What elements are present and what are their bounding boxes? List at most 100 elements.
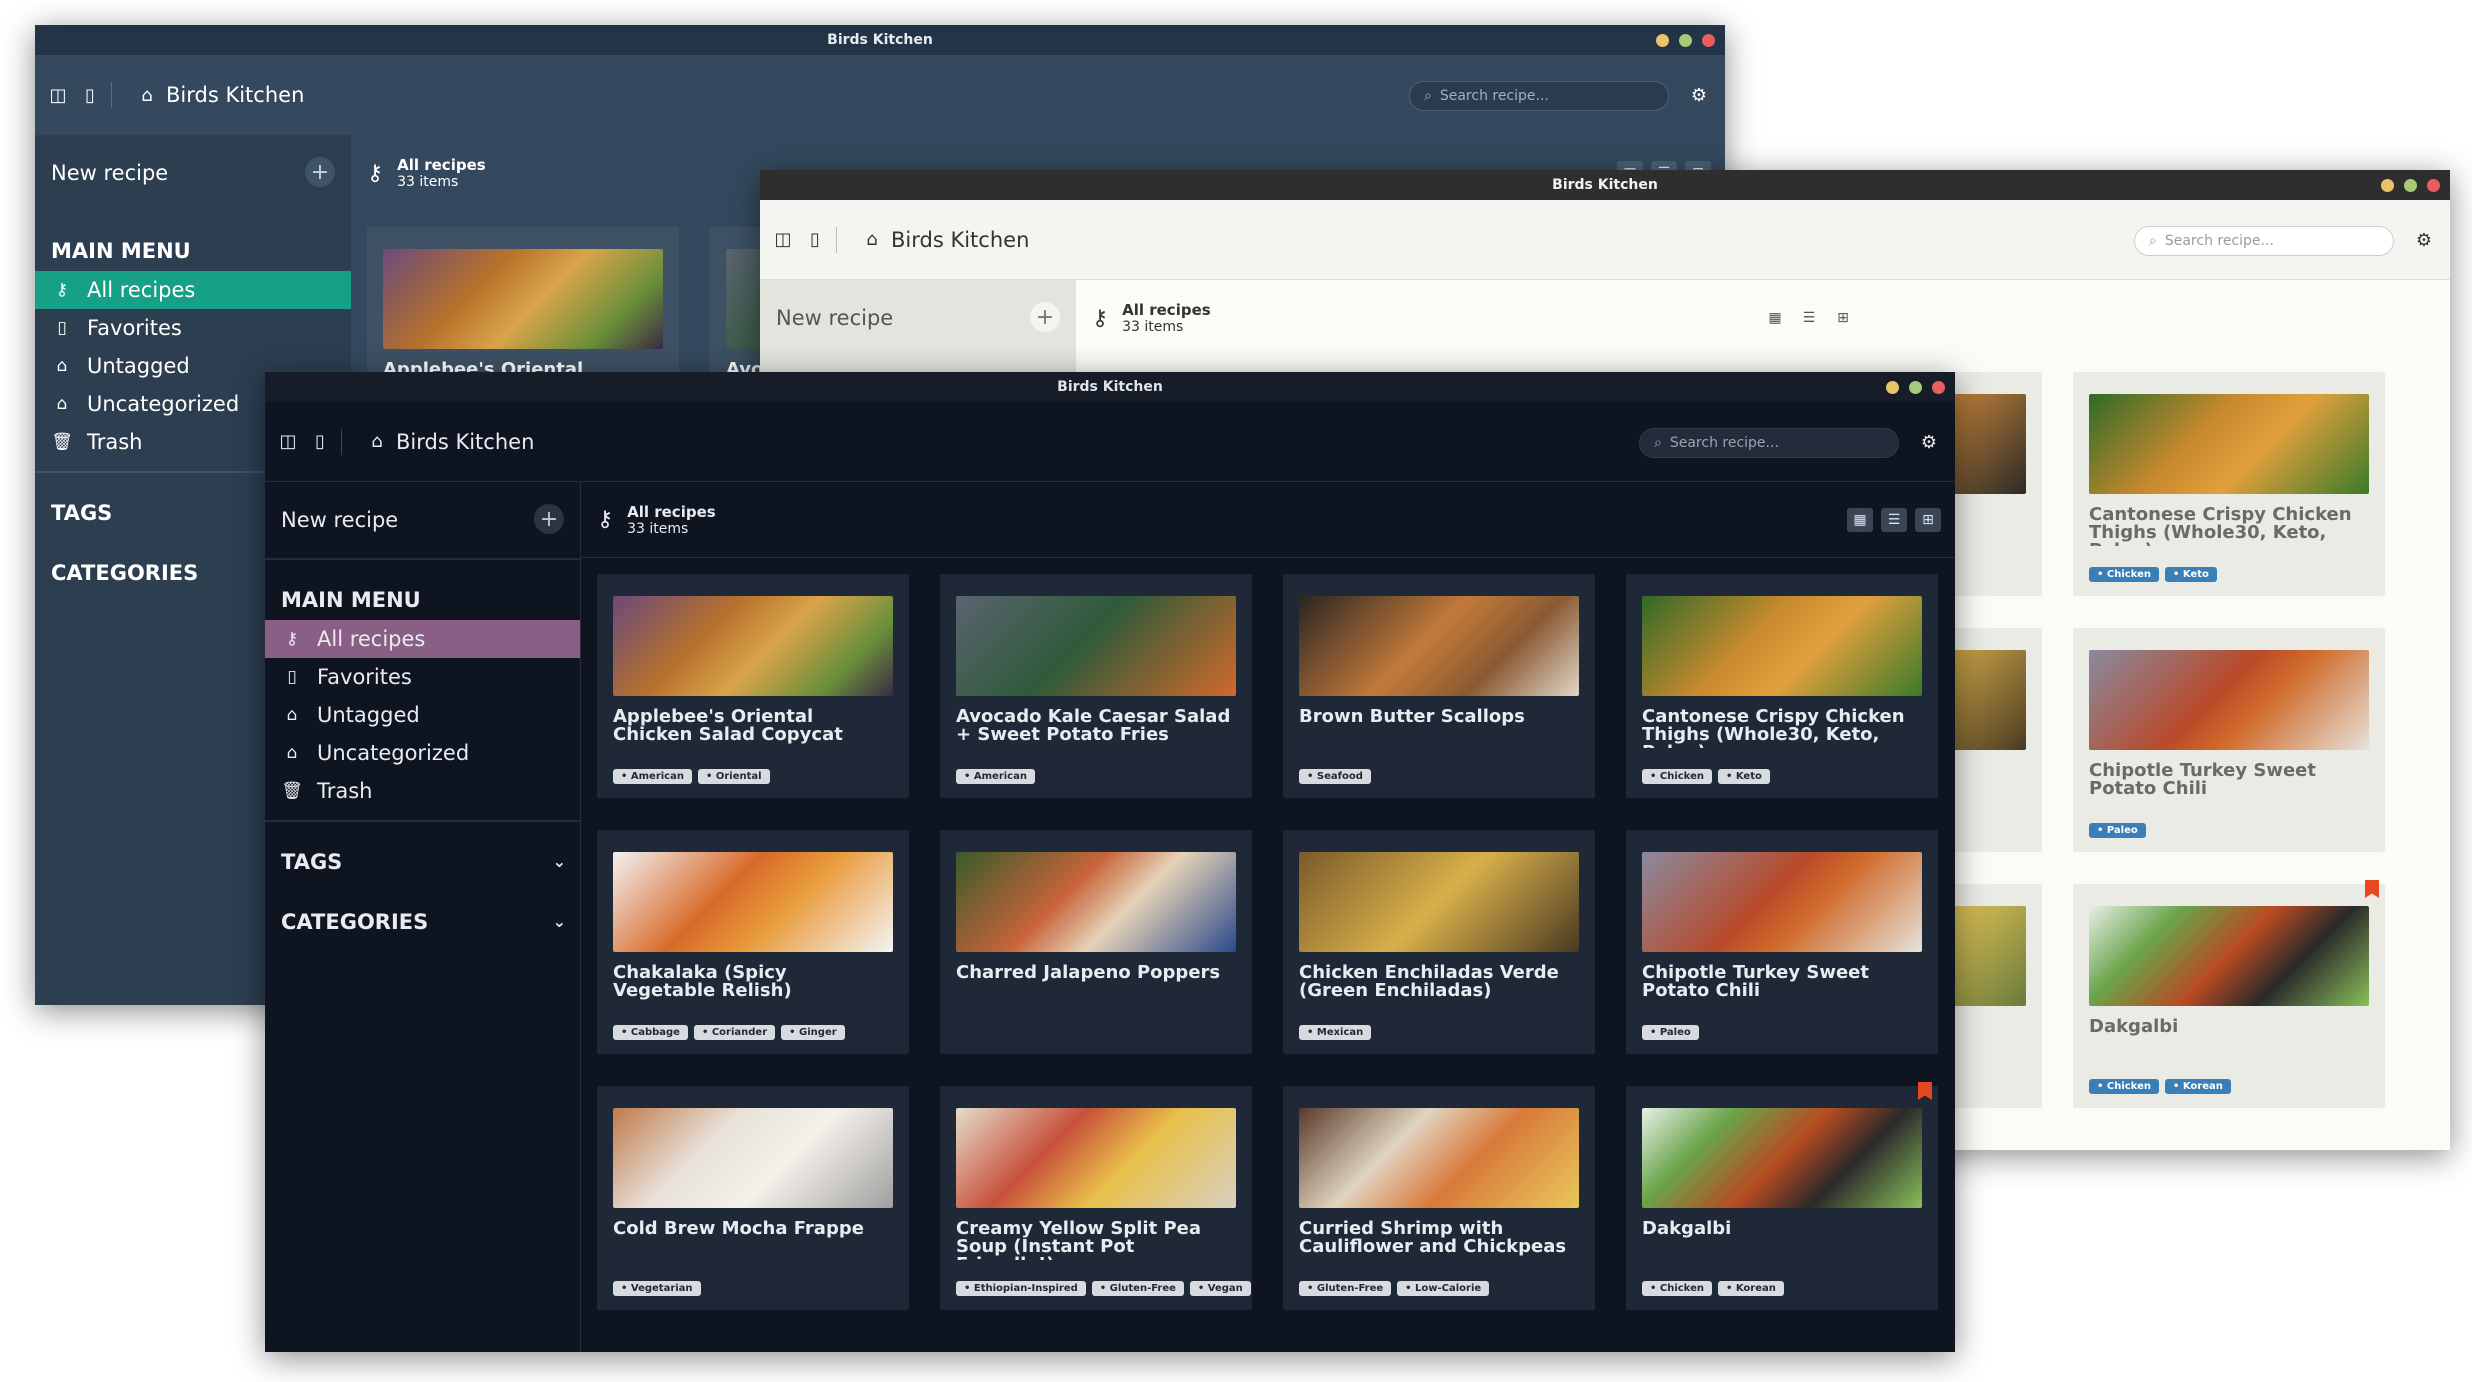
view-cards-icon[interactable]: ▦: [1762, 306, 1788, 330]
tag-badge[interactable]: • Seafood: [1299, 769, 1371, 784]
new-recipe-button[interactable]: New recipe +: [760, 280, 1076, 356]
sidebar-item-favorites[interactable]: ▯ Favorites: [265, 658, 580, 696]
notebook-icon[interactable]: ▯: [81, 85, 99, 106]
tag-badge[interactable]: • Paleo: [2089, 823, 2146, 838]
recipe-card[interactable]: Chipotle Turkey Sweet Potato Chili • Pal…: [1626, 830, 1938, 1054]
recipe-title: Cantonese Crispy Chicken Thighs (Whole30…: [2089, 506, 2352, 546]
tag-badge[interactable]: • Chicken: [1642, 1281, 1712, 1296]
plus-icon[interactable]: +: [1030, 302, 1060, 332]
sidebar-icon[interactable]: ◫: [49, 85, 67, 106]
search-input[interactable]: ⌕ Search recipe...: [1639, 428, 1899, 458]
tag-badge[interactable]: • Low-Calorie: [1397, 1281, 1490, 1296]
recipe-card[interactable]: Applebee's Oriental Chicken Salad Copyca…: [597, 574, 909, 798]
view-list-icon[interactable]: ☰: [1881, 508, 1907, 532]
notebook-icon[interactable]: ▯: [806, 229, 824, 250]
gear-icon[interactable]: ⚙: [1691, 85, 1707, 106]
recipe-card[interactable]: Cantonese Crispy Chicken Thighs (Whole30…: [1626, 574, 1938, 798]
recipe-card[interactable]: Creamy Yellow Split Pea Soup (Instant Po…: [940, 1086, 1252, 1310]
tag-badge[interactable]: • Chicken: [2089, 1079, 2159, 1094]
titlebar[interactable]: Birds Kitchen: [760, 170, 2450, 200]
close-button[interactable]: [1702, 34, 1715, 47]
sidebar-item-untagged[interactable]: ⌂ Untagged: [265, 696, 580, 734]
plus-icon[interactable]: +: [305, 157, 335, 187]
recipe-image: [383, 249, 663, 349]
view-grid-icon[interactable]: ⊞: [1830, 306, 1856, 330]
sidebar-icon[interactable]: ◫: [279, 431, 297, 452]
tag-badge[interactable]: • Oriental: [697, 769, 770, 784]
sidebar-item-label: All recipes: [317, 627, 426, 651]
view-grid-icon[interactable]: ⊞: [1915, 508, 1941, 532]
recipe-card[interactable]: Dakgalbi • Chicken • Korean: [1626, 1082, 1938, 1310]
notebook-icon[interactable]: ▯: [311, 431, 329, 452]
recipe-card[interactable]: Cantonese Crispy Chicken Thighs (Whole30…: [2073, 372, 2385, 596]
key-icon: ⚷: [367, 160, 384, 186]
view-list-icon[interactable]: ☰: [1796, 306, 1822, 330]
sidebar-icon[interactable]: ◫: [774, 229, 792, 250]
tag-badge[interactable]: • American: [613, 769, 692, 784]
recipe-card[interactable]: Cold Brew Mocha Frappe • Vegetarian: [597, 1086, 909, 1310]
sidebar-item-uncategorized[interactable]: ⌂ Uncategorized: [265, 734, 580, 772]
maximize-button[interactable]: [1909, 381, 1922, 394]
close-button[interactable]: [2427, 179, 2440, 192]
recipe-card[interactable]: Chicken Enchiladas Verde (Green Enchilad…: [1283, 830, 1595, 1054]
close-button[interactable]: [1932, 381, 1945, 394]
search-input[interactable]: ⌕ Search recipe...: [2134, 226, 2394, 256]
tags-heading[interactable]: TAGS ⌄: [265, 822, 580, 882]
recipe-card[interactable]: Charred Jalapeno Poppers: [940, 830, 1252, 1054]
gear-icon[interactable]: ⚙: [2416, 230, 2432, 251]
tag-badge[interactable]: • Gluten-Free: [1299, 1281, 1392, 1296]
sidebar-item-trash[interactable]: 🗑 Trash: [265, 772, 580, 810]
minimize-button[interactable]: [1886, 381, 1899, 394]
key-icon: ⚷: [597, 507, 614, 532]
sidebar-item-all-recipes[interactable]: ⚷ All recipes: [35, 271, 351, 309]
search-placeholder: Search recipe...: [1439, 88, 1549, 104]
chevron-down-icon[interactable]: ⌄: [553, 852, 566, 871]
chevron-down-icon[interactable]: ⌄: [553, 912, 566, 931]
tag-badge[interactable]: • Ginger: [781, 1025, 845, 1040]
bookmark-icon: ▯: [287, 667, 297, 687]
new-recipe-button[interactable]: New recipe +: [35, 135, 351, 211]
favorite-bookmark-icon[interactable]: [2365, 880, 2379, 898]
recipe-card[interactable]: Brown Butter Scallops • Seafood: [1283, 574, 1595, 798]
titlebar[interactable]: Birds Kitchen: [35, 25, 1725, 55]
categories-heading[interactable]: CATEGORIES ⌄: [265, 882, 580, 942]
plus-icon[interactable]: +: [534, 504, 564, 534]
recipe-grid: Applebee's Oriental Chicken Salad Copyca…: [597, 574, 1938, 1310]
minimize-button[interactable]: [2381, 179, 2394, 192]
recipe-card[interactable]: Chakalaka (Spicy Vegetable Relish) • Cab…: [597, 830, 909, 1054]
tag-badge[interactable]: • American: [956, 769, 1035, 784]
sidebar-item-favorites[interactable]: ▯ Favorites: [35, 309, 351, 347]
tag-badge[interactable]: • Vegan: [1189, 1281, 1251, 1296]
tag-badge[interactable]: • Ethiopian-Inspired: [956, 1281, 1086, 1296]
tag-badge[interactable]: • Paleo: [1642, 1025, 1699, 1040]
gear-icon[interactable]: ⚙: [1921, 432, 1937, 453]
sidebar-item-all-recipes[interactable]: ⚷ All recipes: [265, 620, 580, 658]
maximize-button[interactable]: [1679, 34, 1692, 47]
window-title: Birds Kitchen: [1057, 379, 1163, 395]
tag-badge[interactable]: • Coriander: [693, 1025, 776, 1040]
tag-badge[interactable]: • Vegetarian: [613, 1281, 701, 1296]
tag-badge[interactable]: • Korean: [1717, 1281, 1784, 1296]
new-recipe-button[interactable]: New recipe +: [265, 482, 580, 558]
recipe-card[interactable]: Avocado Kale Caesar Salad + Sweet Potato…: [940, 574, 1252, 798]
titlebar[interactable]: Birds Kitchen: [265, 372, 1955, 402]
recipe-title: Creamy Yellow Split Pea Soup (Instant Po…: [956, 1220, 1201, 1260]
tag-badge[interactable]: • Chicken: [2089, 567, 2159, 582]
recipe-card[interactable]: Curried Shrimp with Cauliflower and Chic…: [1283, 1086, 1595, 1310]
recipe-card[interactable]: Chipotle Turkey Sweet Potato Chili • Pal…: [2073, 628, 2385, 852]
favorite-bookmark-icon[interactable]: [1918, 1082, 1932, 1100]
recipe-card[interactable]: Dakgalbi • Chicken • Korean: [2073, 880, 2385, 1108]
minimize-button[interactable]: [1656, 34, 1669, 47]
tag-badge[interactable]: • Cabbage: [613, 1025, 688, 1040]
tag-badge[interactable]: • Keto: [1717, 769, 1770, 784]
maximize-button[interactable]: [2404, 179, 2417, 192]
tag-badge[interactable]: • Mexican: [1299, 1025, 1372, 1040]
tag-badge[interactable]: • Gluten-Free: [1091, 1281, 1184, 1296]
tag-badge[interactable]: • Korean: [2164, 1079, 2231, 1094]
tag-badge[interactable]: • Keto: [2164, 567, 2217, 582]
tag-badge[interactable]: • Chicken: [1642, 769, 1712, 784]
tags-label: TAGS: [281, 850, 343, 874]
view-cards-icon[interactable]: ▦: [1847, 508, 1873, 532]
recipe-image: [956, 1108, 1236, 1208]
search-input[interactable]: ⌕ Search recipe...: [1409, 81, 1669, 111]
